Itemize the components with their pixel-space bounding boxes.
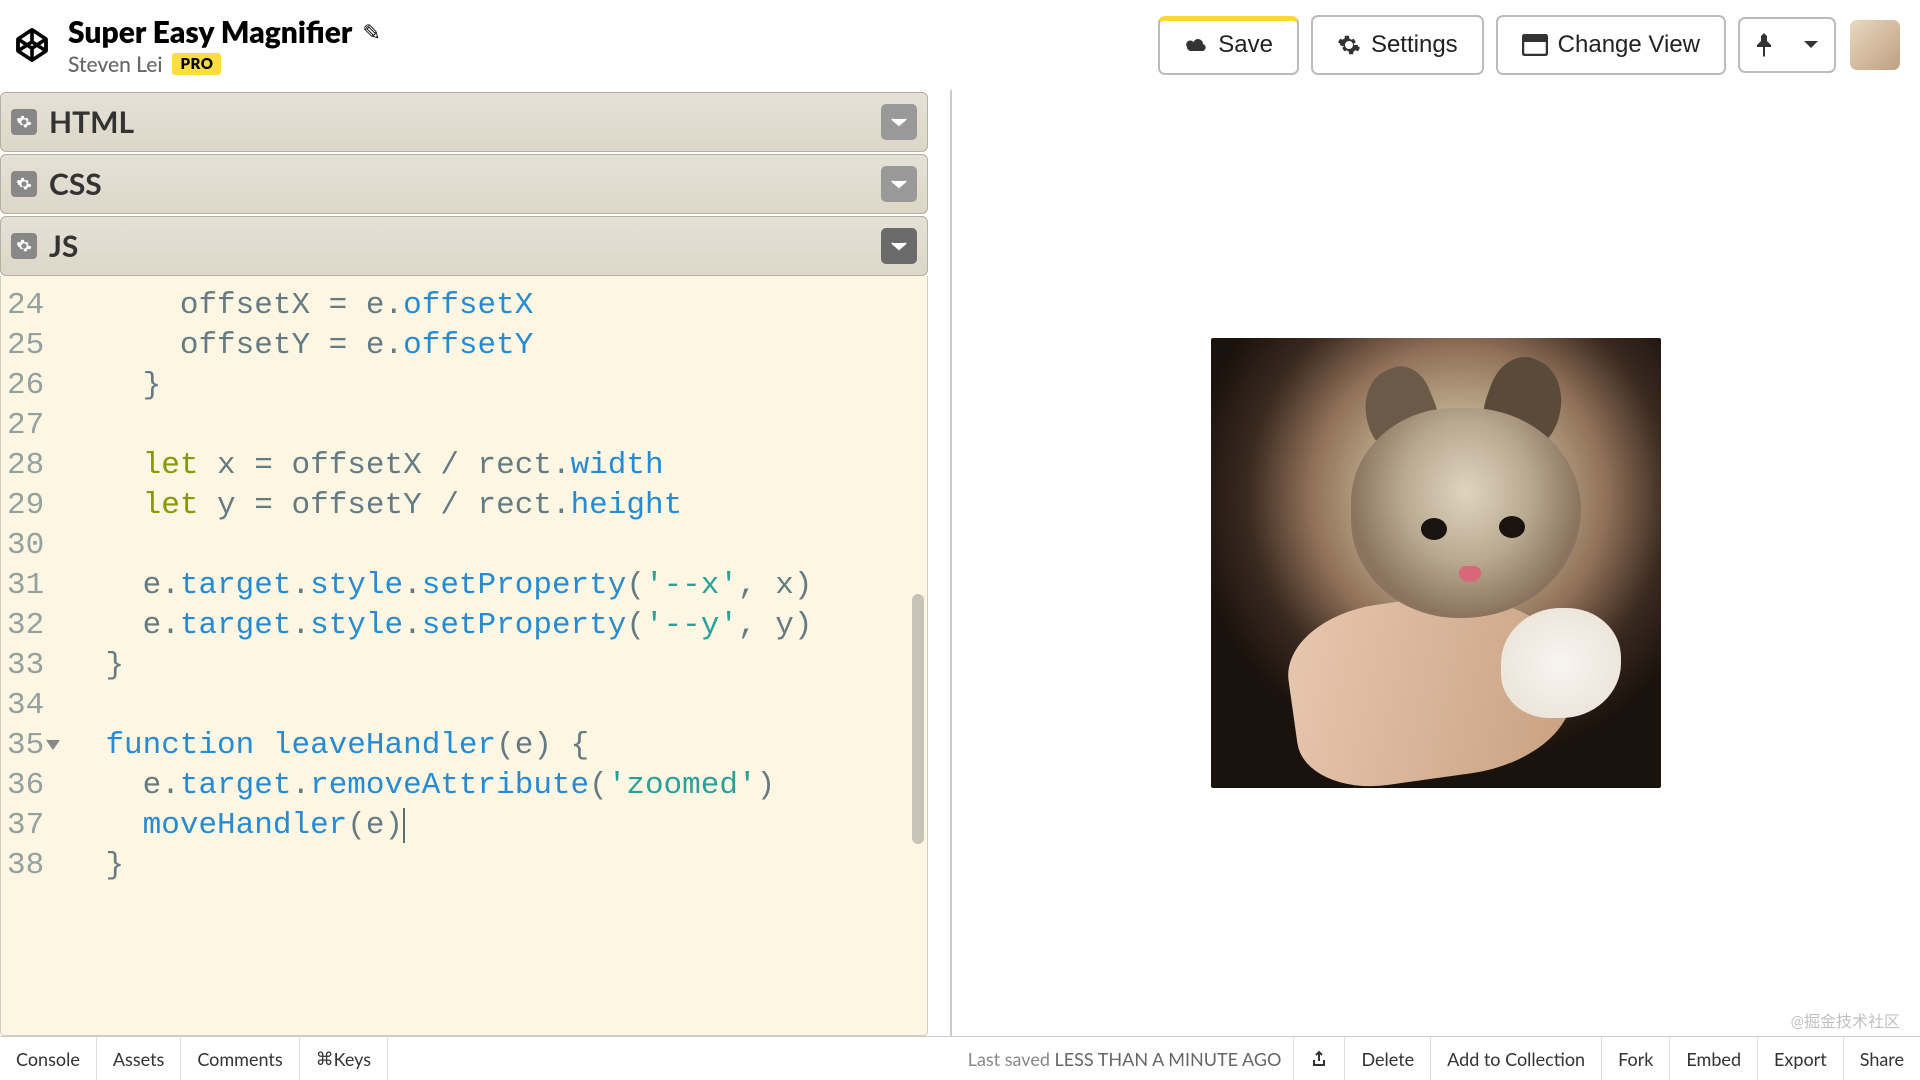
change-view-label: Change View: [1558, 31, 1700, 59]
pin-dropdown[interactable]: [1738, 17, 1836, 73]
js-label: JS: [49, 228, 881, 264]
layout-icon: [1522, 34, 1548, 56]
save-label: Save: [1218, 31, 1273, 59]
gear-icon: [1337, 33, 1361, 57]
export-button[interactable]: Export: [1757, 1037, 1843, 1080]
html-label: HTML: [49, 104, 881, 140]
css-label: CSS: [49, 166, 881, 202]
codepen-logo[interactable]: [10, 23, 54, 67]
share-out-icon[interactable]: [1293, 1037, 1344, 1080]
settings-button[interactable]: Settings: [1311, 15, 1484, 75]
chevron-down-icon[interactable]: [1788, 25, 1834, 65]
gear-icon[interactable]: [11, 171, 37, 197]
avatar[interactable]: [1850, 20, 1900, 70]
assets-button[interactable]: Assets: [97, 1037, 181, 1080]
preview-pane[interactable]: [952, 90, 1920, 1036]
fork-button[interactable]: Fork: [1601, 1037, 1669, 1080]
console-button[interactable]: Console: [0, 1037, 97, 1080]
command-icon: ⌘: [316, 1047, 334, 1070]
comments-button[interactable]: Comments: [181, 1037, 299, 1080]
add-to-collection-button[interactable]: Add to Collection: [1430, 1037, 1601, 1080]
keys-button[interactable]: ⌘ Keys: [300, 1037, 388, 1080]
delete-button[interactable]: Delete: [1344, 1037, 1430, 1080]
last-saved-text: Last saved LESS THAN A MINUTE AGO: [968, 1048, 1282, 1070]
js-panel-header[interactable]: JS: [0, 216, 928, 276]
watermark: @掘金技术社区: [1791, 1008, 1900, 1032]
pen-title[interactable]: Super Easy Magnifier: [68, 14, 352, 50]
gear-icon[interactable]: [11, 109, 37, 135]
html-panel-header[interactable]: HTML: [0, 92, 928, 152]
pin-icon[interactable]: [1740, 19, 1788, 71]
chevron-down-icon[interactable]: [881, 166, 917, 202]
scrollbar-vertical[interactable]: [912, 594, 924, 844]
css-panel-header[interactable]: CSS: [0, 154, 928, 214]
cloud-icon: [1184, 35, 1208, 55]
pro-badge: PRO: [172, 53, 221, 75]
preview-image[interactable]: [1211, 338, 1661, 788]
settings-label: Settings: [1371, 31, 1458, 59]
change-view-button[interactable]: Change View: [1496, 15, 1726, 75]
js-editor[interactable]: 242526272829303132333435363738 offsetX =…: [0, 276, 928, 1036]
pencil-icon[interactable]: ✎: [362, 18, 380, 46]
gear-icon[interactable]: [11, 233, 37, 259]
chevron-down-icon[interactable]: [881, 104, 917, 140]
chevron-down-icon[interactable]: [881, 228, 917, 264]
author-name[interactable]: Steven Lei: [68, 52, 162, 77]
share-button[interactable]: Share: [1843, 1037, 1920, 1080]
embed-button[interactable]: Embed: [1669, 1037, 1757, 1080]
save-button[interactable]: Save: [1158, 16, 1299, 75]
